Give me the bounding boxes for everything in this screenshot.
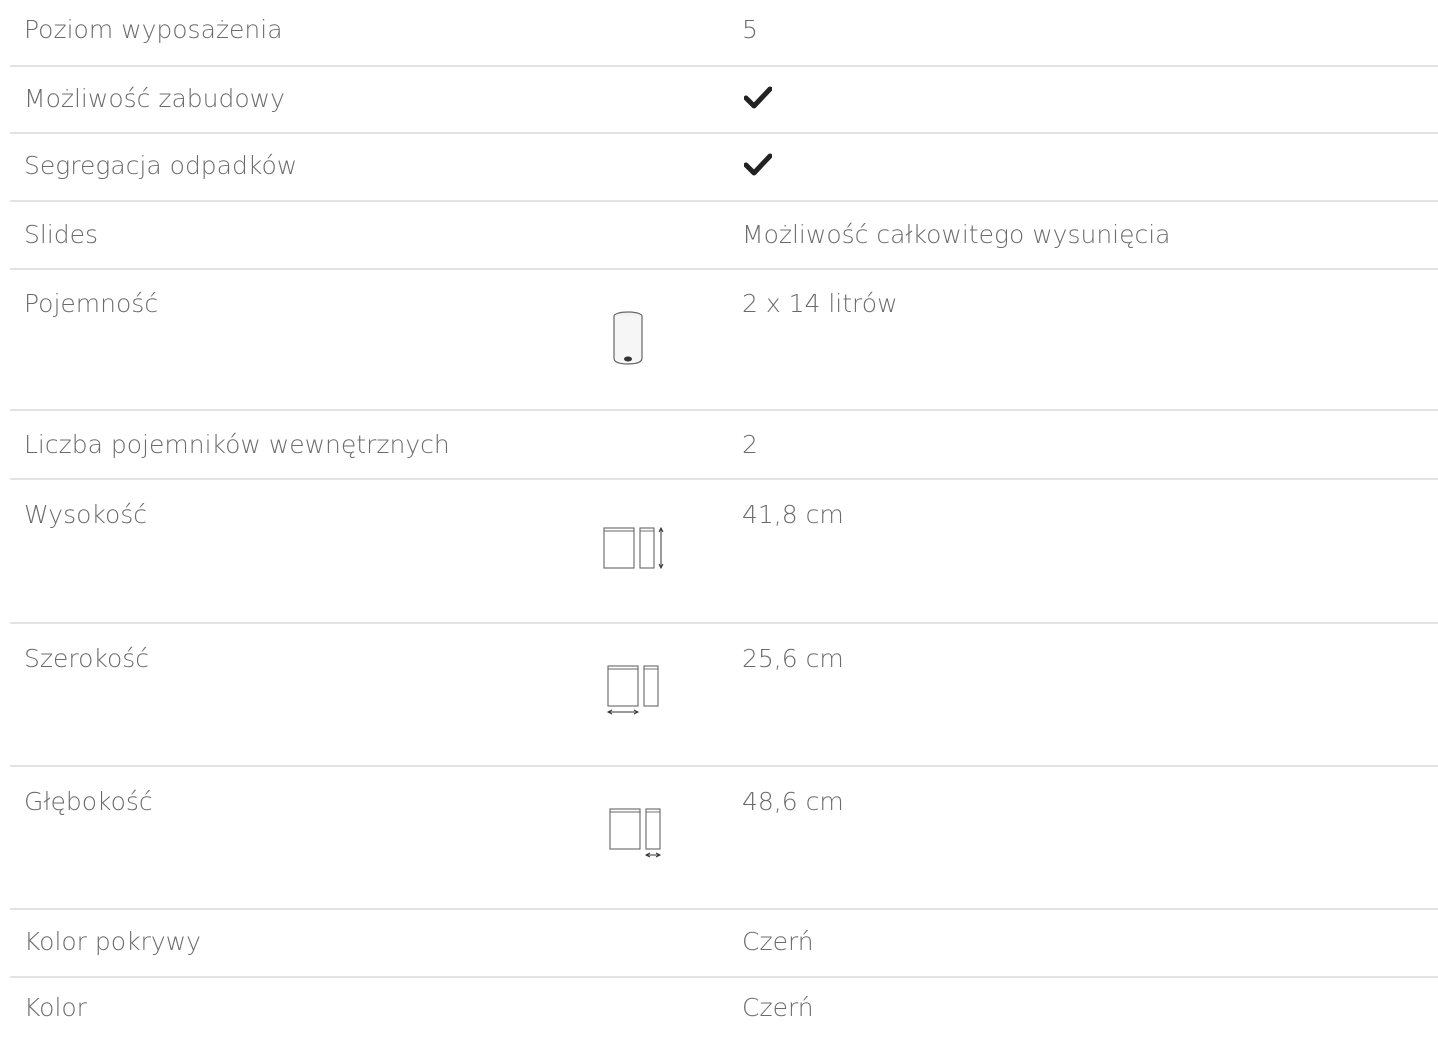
spec-value: Czerń [742,993,814,1022]
width-dimension-icon [606,665,659,715]
spec-value: 5 [742,15,758,44]
spec-label: Kolor pokrywy [24,927,201,956]
spec-row-color: Kolor Czerń [10,978,1438,1037]
spec-row-waste-segregation: Segregacja odpadków [10,134,1438,202]
spec-row-lid-color: Kolor pokrywy Czerń [10,910,1438,978]
spec-row-built-in: Możliwość zabudowy [10,67,1438,134]
spec-label: Szerokość [24,644,150,673]
spec-label: Slides [24,220,99,249]
spec-label: Segregacja odpadków [24,151,298,180]
spec-row-width: Szerokość 25,6 cm [10,624,1438,767]
spec-value: 25,6 cm [742,644,844,673]
spec-value: 2 x 14 litrów [742,289,898,318]
spec-value: 41,8 cm [742,500,844,529]
spec-label: Pojemność [24,289,159,318]
height-dimension-icon [603,526,664,570]
spec-label: Wysokość [24,500,148,529]
spec-row-depth: Głębokość 48,6 cm [10,767,1438,910]
spec-row-capacity: Pojemność 2 x 14 litrów [10,270,1438,411]
specifications-table: Poziom wyposażenia 5 Możliwość zabudowy … [0,0,1438,1037]
spec-row-inner-bins-count: Liczba pojemników wewnętrznych 2 [10,411,1438,480]
spec-row-equipment-level: Poziom wyposażenia 5 [10,0,1438,67]
spec-value: Czerń [742,927,814,956]
spec-row-slides: Slides Możliwość całkowitego wysunięcia [10,202,1438,270]
spec-label: Możliwość zabudowy [24,84,285,113]
spec-value: 48,6 cm [742,787,844,816]
bin-icon [613,311,643,365]
spec-value: Możliwość całkowitego wysunięcia [742,220,1171,249]
depth-dimension-icon [609,808,662,858]
spec-label: Poziom wyposażenia [24,15,283,44]
spec-label: Głębokość [24,787,153,816]
check-icon [744,86,772,109]
spec-row-height: Wysokość 41,8 cm [10,480,1438,624]
spec-value: 2 [742,430,758,459]
check-icon [744,153,772,176]
spec-label: Liczba pojemników wewnętrznych [24,430,450,459]
spec-label: Kolor [24,993,87,1022]
